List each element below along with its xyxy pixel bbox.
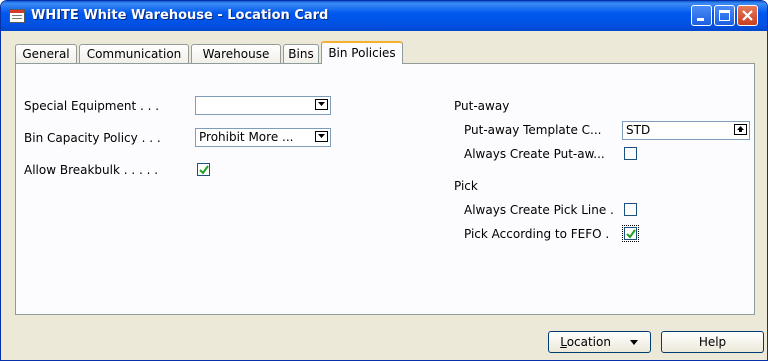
location-menu-button[interactable]: Location xyxy=(548,331,651,353)
putaway-template-field[interactable]: STD xyxy=(622,121,750,140)
allow-breakbulk-checkbox[interactable] xyxy=(197,163,210,176)
tab-communication[interactable]: Communication xyxy=(79,44,189,63)
pick-fefo-label: Pick According to FEFO . xyxy=(464,227,610,241)
tab-bin-policies[interactable]: Bin Policies xyxy=(321,41,403,64)
special-equipment-combo[interactable] xyxy=(195,96,331,115)
location-card-window: WHITE White Warehouse - Location Card Ge… xyxy=(0,0,768,361)
chevron-down-icon xyxy=(318,102,325,106)
close-icon xyxy=(742,10,753,21)
maximize-icon xyxy=(719,10,730,21)
putaway-section-label: Put-away xyxy=(454,99,510,113)
tab-warehouse[interactable]: Warehouse xyxy=(191,44,281,63)
dropdown-arrow-button[interactable] xyxy=(315,99,328,110)
window-title: WHITE White Warehouse - Location Card xyxy=(31,8,329,23)
allow-breakbulk-label: Allow Breakbulk . . . . . xyxy=(24,163,159,177)
title-bar[interactable]: WHITE White Warehouse - Location Card xyxy=(1,1,767,31)
putaway-template-value: STD xyxy=(626,123,651,137)
checkmark-icon xyxy=(626,229,636,239)
chevron-down-icon xyxy=(629,340,638,345)
putaway-template-label: Put-away Template C... xyxy=(464,123,602,137)
always-create-pick-line-label: Always Create Pick Line . xyxy=(464,203,614,217)
special-equipment-label: Special Equipment . . . xyxy=(24,99,160,113)
checkmark-icon xyxy=(199,165,209,175)
bin-capacity-policy-label: Bin Capacity Policy . . . xyxy=(24,131,161,145)
minimize-button[interactable] xyxy=(691,5,712,26)
dropdown-arrow-button[interactable] xyxy=(315,131,328,142)
bin-capacity-policy-combo[interactable]: Prohibit More ... xyxy=(195,128,331,147)
maximize-button[interactable] xyxy=(714,5,735,26)
chevron-down-icon xyxy=(318,134,325,138)
always-create-putaway-label: Always Create Put-aw... xyxy=(464,147,605,161)
pick-fefo-checkbox[interactable] xyxy=(622,225,639,242)
lookup-arrow-icon xyxy=(737,126,744,132)
always-create-pick-line-checkbox[interactable] xyxy=(624,203,637,216)
always-create-putaway-checkbox[interactable] xyxy=(624,147,637,160)
tab-bins[interactable]: Bins xyxy=(283,44,319,63)
lookup-button[interactable] xyxy=(734,124,747,135)
bin-capacity-policy-value: Prohibit More ... xyxy=(199,130,294,144)
help-button[interactable]: Help xyxy=(661,331,764,353)
minimize-icon xyxy=(697,18,704,21)
close-button[interactable] xyxy=(737,5,758,26)
form-icon xyxy=(9,9,25,23)
bin-policies-panel: Special Equipment . . . Bin Capacity Pol… xyxy=(15,63,755,315)
pick-section-label: Pick xyxy=(454,179,478,193)
tab-general[interactable]: General xyxy=(15,44,77,63)
